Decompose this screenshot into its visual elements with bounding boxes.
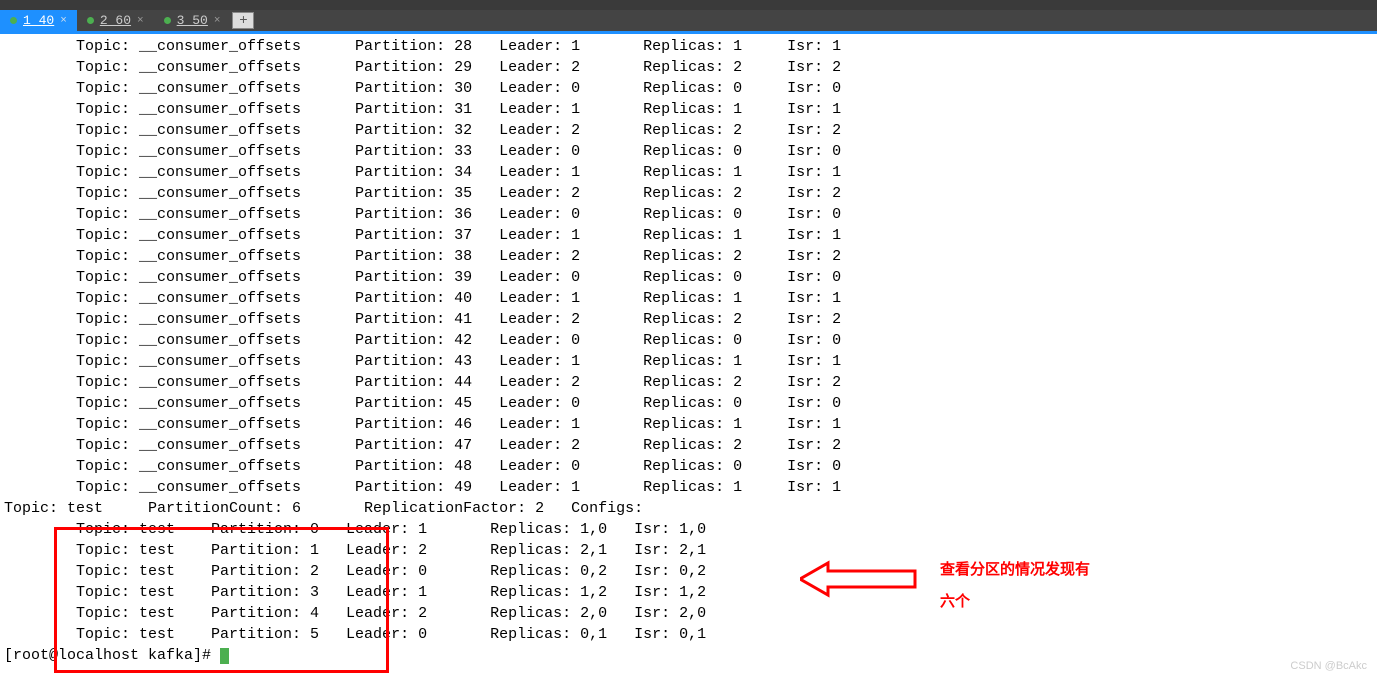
watermark: CSDN @BcAkc [1290,660,1367,672]
prompt-text: [root@localhost kafka]# [4,647,220,664]
terminal-output[interactable]: Topic: __consumer_offsets Partition: 28 … [0,34,1377,668]
close-icon[interactable]: × [214,15,221,27]
topic-row: Topic: __consumer_offsets Partition: 32 … [4,120,1373,141]
topic-row: Topic: __consumer_offsets Partition: 37 … [4,225,1373,246]
prompt-line[interactable]: [root@localhost kafka]# [4,645,1373,666]
topic-row: Topic: __consumer_offsets Partition: 47 … [4,435,1373,456]
topic-row: Topic: __consumer_offsets Partition: 30 … [4,78,1373,99]
topic-row: Topic: test Partition: 4 Leader: 2 Repli… [4,603,1373,624]
tab-label: 3 50 [177,13,208,28]
topic-row: Topic: __consumer_offsets Partition: 35 … [4,183,1373,204]
topic-row: Topic: test Partition: 1 Leader: 2 Repli… [4,540,1373,561]
cursor-icon [220,648,229,664]
window-title-bar [0,0,1377,10]
topic-row: Topic: __consumer_offsets Partition: 38 … [4,246,1373,267]
topic-header-row: Topic: test PartitionCount: 6 Replicatio… [4,498,1373,519]
tab-label: 2 60 [100,13,131,28]
close-icon[interactable]: × [137,15,144,27]
topic-row: Topic: __consumer_offsets Partition: 39 … [4,267,1373,288]
topic-row: Topic: __consumer_offsets Partition: 34 … [4,162,1373,183]
annotation-line-1: 查看分区的情况发现有 [940,554,1090,586]
topic-row: Topic: test Partition: 2 Leader: 0 Repli… [4,561,1373,582]
tab-bar: 1 40 × 2 60 × 3 50 × + [0,10,1377,34]
annotation-line-2: 六个 [940,586,1090,618]
close-icon[interactable]: × [60,15,67,27]
tab-3-50[interactable]: 3 50 × [154,10,231,31]
topic-row: Topic: test Partition: 3 Leader: 1 Repli… [4,582,1373,603]
topic-row: Topic: __consumer_offsets Partition: 41 … [4,309,1373,330]
status-dot-icon [87,17,94,24]
tab-1-40[interactable]: 1 40 × [0,10,77,31]
tab-label: 1 40 [23,13,54,28]
topic-row: Topic: __consumer_offsets Partition: 46 … [4,414,1373,435]
annotation-text: 查看分区的情况发现有 六个 [940,554,1090,618]
topic-row: Topic: __consumer_offsets Partition: 29 … [4,57,1373,78]
new-tab-button[interactable]: + [232,12,254,29]
topic-row: Topic: __consumer_offsets Partition: 48 … [4,456,1373,477]
status-dot-icon [10,17,17,24]
topic-row: Topic: __consumer_offsets Partition: 40 … [4,288,1373,309]
topic-row: Topic: test Partition: 5 Leader: 0 Repli… [4,624,1373,645]
topic-row: Topic: __consumer_offsets Partition: 45 … [4,393,1373,414]
tab-2-60[interactable]: 2 60 × [77,10,154,31]
topic-row: Topic: __consumer_offsets Partition: 42 … [4,330,1373,351]
status-dot-icon [164,17,171,24]
topic-row: Topic: __consumer_offsets Partition: 44 … [4,372,1373,393]
topic-row: Topic: __consumer_offsets Partition: 49 … [4,477,1373,498]
topic-row: Topic: __consumer_offsets Partition: 31 … [4,99,1373,120]
topic-row: Topic: __consumer_offsets Partition: 33 … [4,141,1373,162]
topic-row: Topic: __consumer_offsets Partition: 43 … [4,351,1373,372]
topic-row: Topic: __consumer_offsets Partition: 36 … [4,204,1373,225]
topic-row: Topic: __consumer_offsets Partition: 28 … [4,36,1373,57]
topic-row: Topic: test Partition: 0 Leader: 1 Repli… [4,519,1373,540]
